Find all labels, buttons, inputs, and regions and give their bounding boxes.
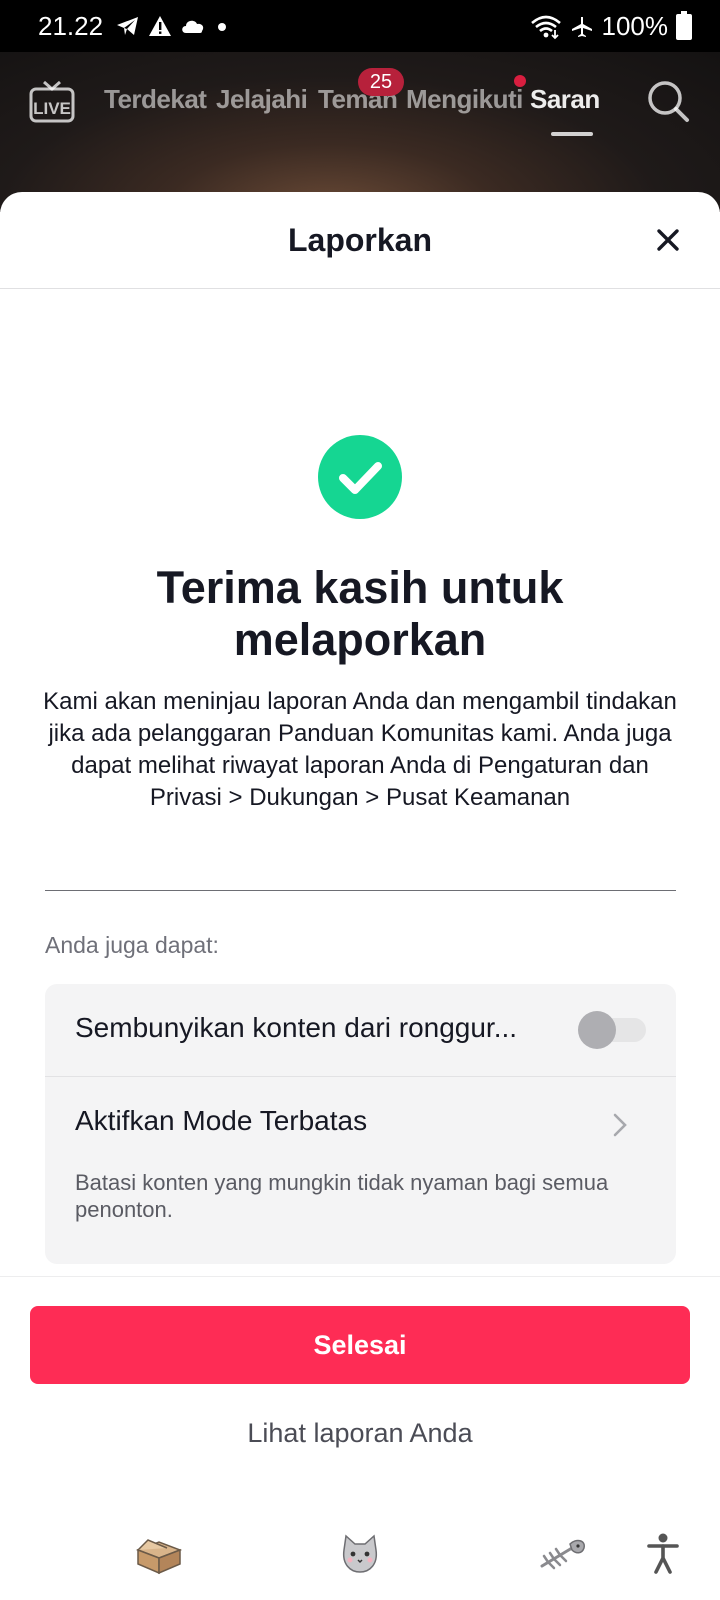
- cat-icon[interactable]: [338, 1532, 382, 1576]
- also-label: Anda juga dapat:: [45, 932, 219, 958]
- hide-content-label: Sembunyikan konten dari ronggur...: [75, 1012, 518, 1043]
- tab-saran[interactable]: Saran: [530, 84, 600, 115]
- report-info-text: Kami akan meninjau laporan Anda dan meng…: [43, 688, 677, 811]
- search-icon[interactable]: [645, 78, 691, 124]
- status-bar: 21.22 100%: [0, 0, 720, 52]
- wifi-icon: [530, 15, 561, 39]
- alert-icon: [149, 16, 171, 36]
- hide-content-row[interactable]: Sembunyikan konten dari ronggur...: [45, 984, 676, 1076]
- footer-divider: [0, 1276, 720, 1277]
- tab-terdekat[interactable]: Terdekat: [104, 84, 207, 115]
- restricted-mode-row[interactable]: Aktifkan Mode Terbatas Batasi konten yan…: [45, 1077, 676, 1264]
- toggle-knob[interactable]: [578, 1011, 616, 1049]
- following-dot: [514, 75, 526, 87]
- view-reports-link[interactable]: Lihat laporan Anda: [0, 1418, 720, 1449]
- close-icon[interactable]: [648, 220, 688, 260]
- battery-icon: [676, 10, 692, 40]
- thank-you-headline: Terima kasih untuk melaporkan: [156, 562, 564, 665]
- header-divider: [0, 288, 720, 289]
- restricted-mode-label: Aktifkan Mode Terbatas: [75, 1105, 368, 1136]
- tab-jelajahi[interactable]: Jelajahi: [216, 84, 308, 115]
- box-icon[interactable]: [134, 1536, 184, 1576]
- tab-mengikuti[interactable]: Mengikuti: [406, 84, 523, 115]
- top-nav: LIVE Terdekat Jelajahi Teman Mengikuti S…: [0, 52, 720, 192]
- restricted-mode-description: Batasi konten yang mungkin tidak nyaman …: [75, 1170, 609, 1222]
- airplane-icon: [571, 16, 592, 37]
- done-button[interactable]: Selesai: [30, 1306, 690, 1384]
- telegram-icon: [117, 17, 138, 35]
- active-tab-underline: [551, 132, 593, 136]
- status-time: 21.22: [38, 11, 104, 41]
- dot-icon: [218, 23, 226, 31]
- cloud-icon: [182, 20, 204, 33]
- battery-percent: 100%: [601, 11, 669, 41]
- fishbone-icon[interactable]: [536, 1536, 588, 1576]
- sheet-title: Laporkan: [287, 222, 433, 258]
- options-card: Sembunyikan konten dari ronggur... Aktif…: [45, 984, 676, 1264]
- success-check-icon: [318, 435, 402, 519]
- accessibility-icon[interactable]: [646, 1532, 680, 1576]
- chevron-right-icon: [613, 1113, 627, 1137]
- live-label: LIVE: [33, 99, 71, 118]
- report-sheet: Laporkan Terima kasih untuk melaporkan K…: [0, 192, 720, 1600]
- friends-badge: 25: [358, 68, 404, 96]
- live-icon[interactable]: LIVE: [28, 80, 76, 124]
- section-divider: [45, 890, 676, 891]
